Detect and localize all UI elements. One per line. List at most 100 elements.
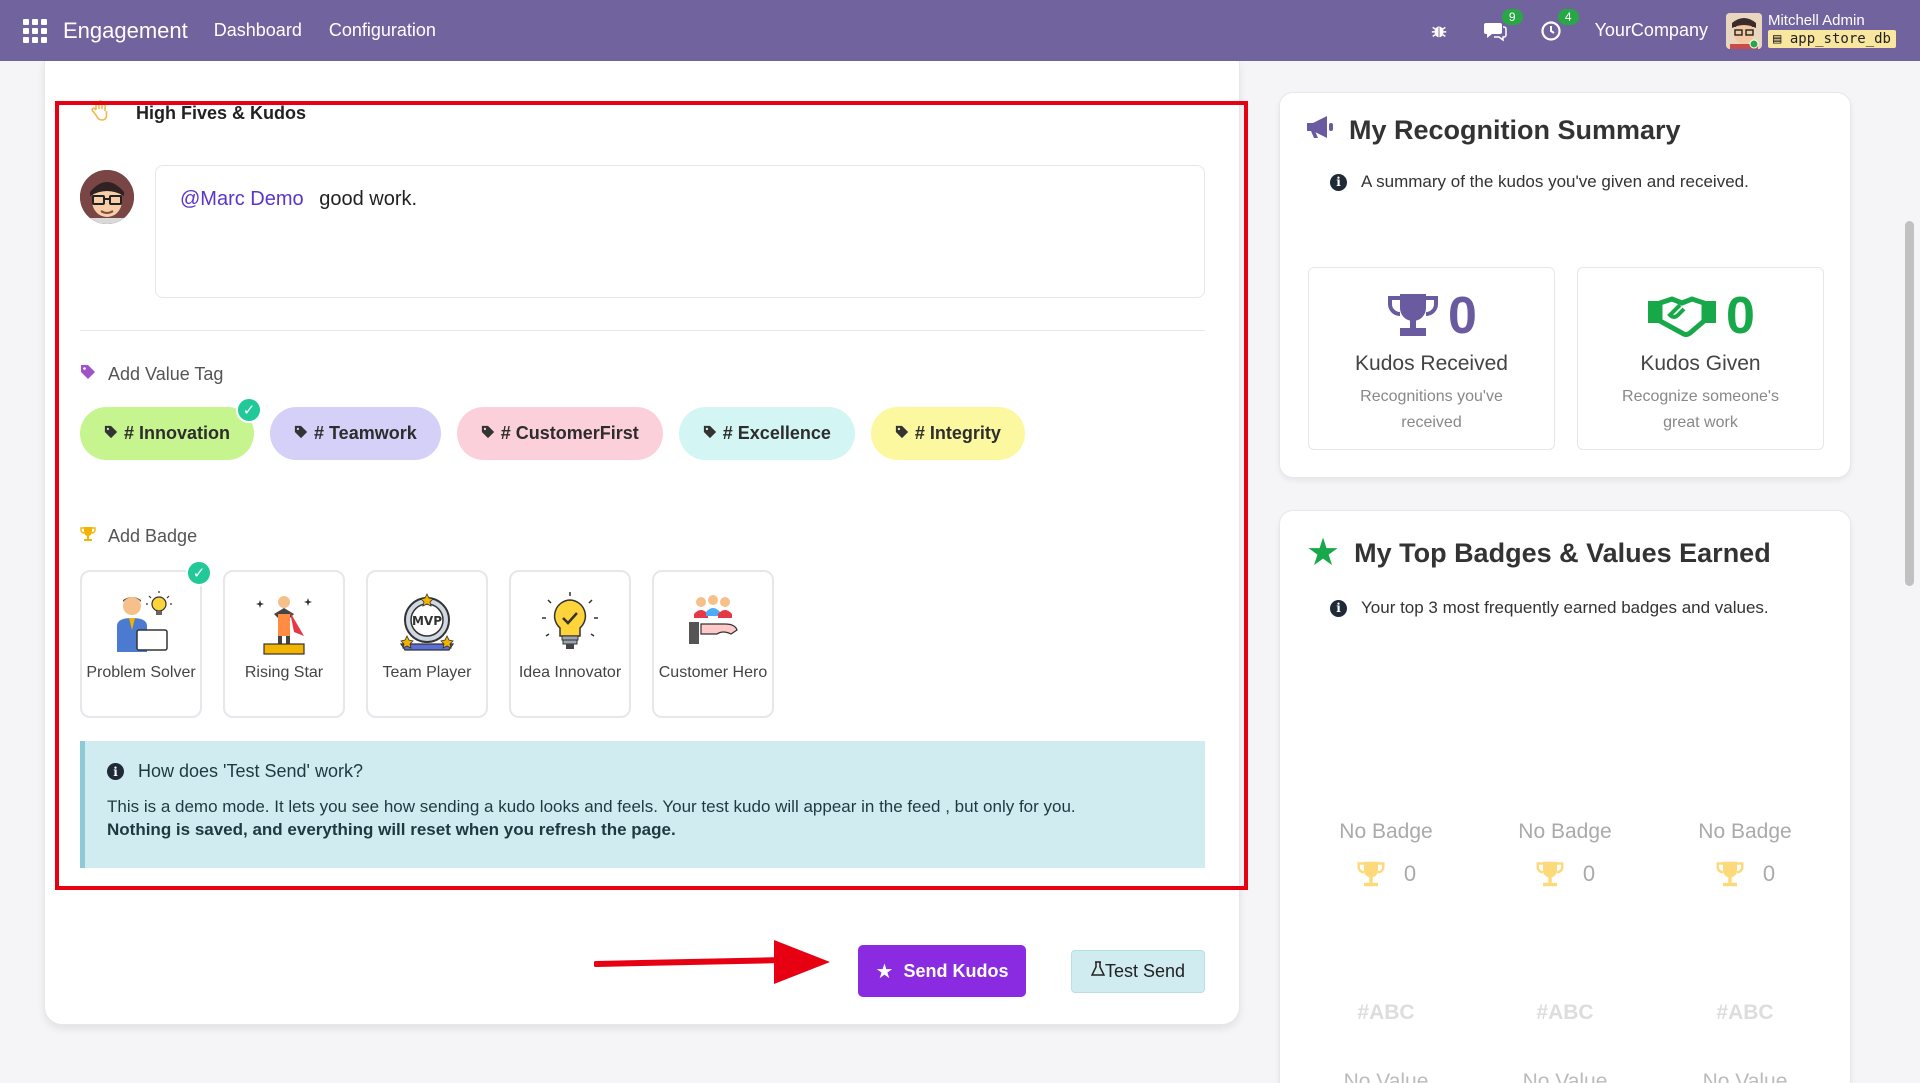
tag-icon: [104, 425, 118, 442]
badge-rising-star[interactable]: Rising Star: [223, 570, 345, 718]
info-icon: i: [1330, 173, 1347, 191]
kudos-given-desc: Recognize someone's great work: [1622, 388, 1779, 431]
card-header: High Fives & Kudos: [90, 100, 306, 127]
send-kudos-button[interactable]: ★ Send Kudos: [858, 945, 1026, 997]
database-icon: ▤: [1772, 31, 1782, 47]
problem-solver-icon: [117, 591, 172, 652]
debug-bug-icon[interactable]: [1427, 19, 1451, 43]
activities-clock-icon[interactable]: 4: [1539, 8, 1579, 43]
badge-customer-hero[interactable]: Customer Hero: [652, 570, 774, 718]
badge-list: Problem Solver ✓ Rising Star MVP Team Pl…: [80, 560, 774, 718]
activities-count-badge: 4: [1557, 8, 1579, 25]
handshake-icon: [1648, 296, 1717, 337]
menu-configuration[interactable]: Configuration: [329, 20, 436, 41]
user-menu[interactable]: Mitchell Admin ▤ app_store_db: [1767, 12, 1896, 48]
section-title: High Fives & Kudos: [136, 103, 307, 123]
company-switcher[interactable]: YourCompany: [1595, 20, 1708, 41]
top-badges-title-text: My Top Badges & Values Earned: [1354, 537, 1771, 568]
kudos-received-desc: Recognitions you've received: [1360, 388, 1503, 431]
info-icon: i: [1330, 599, 1347, 617]
message-text: good work.: [319, 188, 418, 210]
badge-name: Customer Hero: [658, 664, 768, 681]
top-badge-count: 0: [1403, 861, 1417, 886]
database-chip: ▤ app_store_db: [1767, 30, 1896, 48]
badge-idea-innovator[interactable]: Idea Innovator: [509, 570, 631, 718]
value-tag-excellence[interactable]: # Excellence: [678, 407, 855, 460]
info-title: How does 'Test Send' work?: [138, 761, 363, 781]
top-value-name: No Value: [1522, 1070, 1608, 1083]
kudos-message-input[interactable]: @Marc Demo good work.: [155, 165, 1205, 298]
page-scrollbar[interactable]: [1905, 221, 1914, 586]
tag-icon: [895, 425, 909, 442]
tag-icon: [294, 425, 308, 442]
kudos-received-count: 0: [1448, 287, 1477, 345]
summary-subtitle: i A summary of the kudos you've given an…: [1330, 172, 1749, 192]
badge-problem-solver[interactable]: Problem Solver ✓: [80, 560, 212, 718]
red-arrow-annotation: [594, 940, 830, 984]
value-tag-label: # Integrity: [914, 423, 1001, 443]
badge-name: Team Player: [382, 664, 472, 681]
star-icon: ★: [875, 960, 894, 983]
menu-dashboard[interactable]: Dashboard: [214, 20, 302, 41]
top-value-tag: #ABC: [1716, 1001, 1774, 1024]
badge-name: Rising Star: [244, 664, 324, 681]
top-badge-slot-1: No Badge 0: [1321, 820, 1451, 888]
top-badge-name: No Badge: [1698, 820, 1792, 843]
kudos-received-card: 0 Kudos Received Recognitions you've rec…: [1308, 267, 1555, 450]
hand-icon: [90, 100, 110, 127]
top-badges-panel: [1279, 510, 1851, 1083]
flask-icon: [1090, 961, 1106, 982]
rising-star-icon: [256, 596, 312, 655]
divider: [80, 330, 1205, 331]
info-icon: i: [107, 763, 124, 780]
top-badge-slot-2: No Badge 0: [1500, 820, 1630, 888]
top-value-name: No Value: [1343, 1070, 1429, 1083]
trophy-icon: [1536, 861, 1564, 887]
database-name: app_store_db: [1789, 31, 1891, 47]
top-badge-name: No Badge: [1339, 820, 1433, 843]
apps-menu-icon[interactable]: [23, 18, 47, 43]
lightbulb-icon: [542, 592, 598, 649]
top-badge-name: No Badge: [1518, 820, 1612, 843]
tag-icon: [80, 364, 96, 385]
value-tag-teamwork[interactable]: # Teamwork: [270, 407, 441, 460]
badge-label: Add Badge: [80, 526, 197, 547]
value-tag-innovation[interactable]: # Innovation ✓: [80, 397, 263, 460]
trophy-icon: [1716, 861, 1744, 887]
top-badges-title: ★ My Top Badges & Values Earned: [1306, 532, 1771, 574]
summary-subtitle-text: A summary of the kudos you've given and …: [1361, 172, 1749, 191]
summary-title: My Recognition Summary: [1305, 114, 1681, 147]
trophy-icon: [1388, 294, 1439, 336]
value-tag-label: # Excellence: [722, 423, 831, 443]
star-icon: ★: [1306, 532, 1341, 574]
value-tag-label: Add Value Tag: [80, 364, 223, 385]
value-tag-label-text: Add Value Tag: [108, 364, 224, 384]
badge-name: Problem Solver: [86, 664, 196, 681]
info-bold-text: Nothing is saved, and everything will re…: [107, 820, 676, 839]
test-send-button[interactable]: Test Send: [1071, 950, 1205, 993]
author-avatar: [80, 170, 134, 224]
top-value-name: No Value: [1702, 1070, 1788, 1083]
user-avatar[interactable]: [1725, 12, 1762, 49]
app-name[interactable]: Engagement: [63, 18, 188, 44]
trophy-icon: [80, 526, 96, 547]
user-name: Mitchell Admin: [1767, 12, 1865, 29]
top-value-tag: #ABC: [1357, 1001, 1415, 1024]
info-text: This is a demo mode. It lets you see how…: [107, 797, 1076, 816]
tag-icon: [703, 425, 717, 442]
mvp-medal-icon: MVP: [399, 593, 455, 651]
mention-tag[interactable]: @Marc Demo: [180, 188, 304, 210]
messages-icon[interactable]: 9: [1483, 8, 1523, 43]
value-tag-integrity[interactable]: # Integrity: [870, 407, 1025, 460]
value-tag-label: # CustomerFirst: [500, 423, 639, 443]
send-kudos-label: Send Kudos: [903, 960, 1009, 981]
badge-name: Idea Innovator: [518, 664, 622, 681]
value-tag-customerfirst[interactable]: # CustomerFirst: [456, 407, 663, 460]
test-send-label: Test Send: [1104, 961, 1186, 981]
kudos-given-label: Kudos Given: [1640, 352, 1761, 375]
badge-team-player[interactable]: MVP Team Player: [366, 570, 488, 718]
kudos-given-card: 0 Kudos Given Recognize someone's great …: [1577, 267, 1824, 450]
kudos-given-count: 0: [1726, 287, 1755, 345]
top-navbar: Engagement Dashboard Configuration 9 4 Y…: [0, 0, 1920, 61]
top-badge-slot-3: No Badge 0: [1680, 820, 1810, 888]
